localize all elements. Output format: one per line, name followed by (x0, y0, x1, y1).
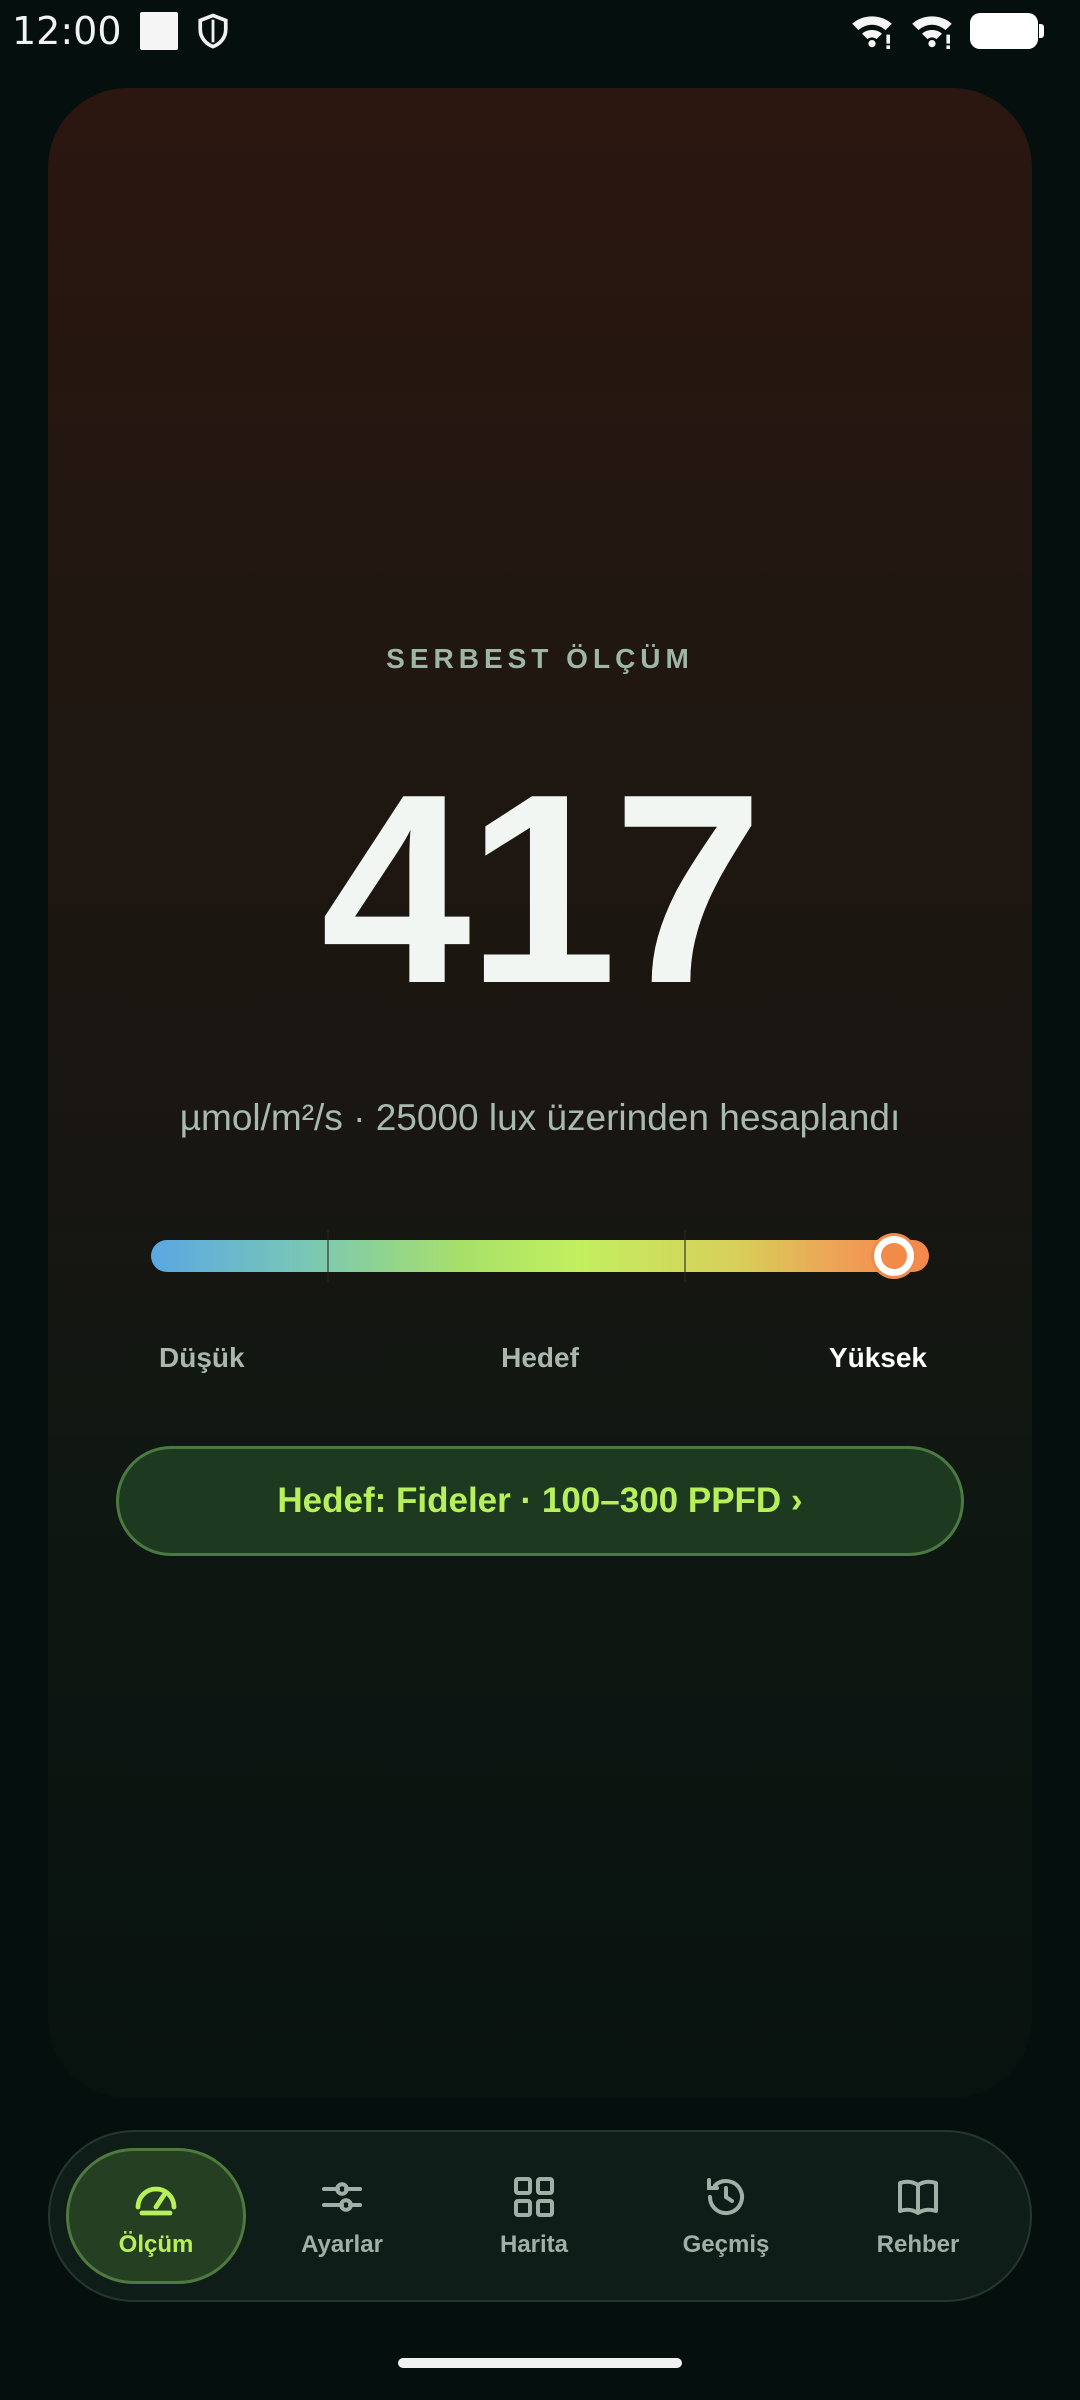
history-icon (707, 2178, 744, 2215)
gauge-tick-high (684, 1230, 686, 1282)
status-bar: 12:00 (0, 0, 1080, 62)
screen: 12:00 SERBEST ÖLÇÜM 417 µmol/m²/s · 2500 (0, 0, 1080, 2400)
target-preset-button[interactable]: Hedef: Fideler · 100–300 PPFD › (116, 1446, 964, 1556)
nav-label: Ölçüm (118, 2231, 194, 2258)
unit-note: µmol/m²/s · 25000 lux üzerinden hesaplan… (179, 1097, 901, 1138)
status-time: 12:00 (12, 9, 122, 53)
status-icons (850, 13, 1068, 49)
signal-icon (912, 16, 952, 49)
gauge-indicator (873, 1236, 914, 1276)
nav-label: Geçmiş (682, 2231, 770, 2258)
gauge-tick-low (327, 1230, 329, 1282)
nav-item-guide[interactable]: Rehber (822, 2148, 1014, 2284)
home-indicator[interactable] (398, 2358, 682, 2368)
nav-label: Harita (499, 2231, 569, 2258)
nav-item-history[interactable]: Geçmiş (630, 2148, 822, 2284)
wifi-icon (852, 16, 892, 49)
nav-item-map[interactable]: Harita (438, 2148, 630, 2284)
sliders-icon (322, 2182, 362, 2212)
nav-label: Rehber (876, 2231, 960, 2258)
gauge-label-high: Yüksek (828, 1342, 927, 1373)
ppfd-gauge (151, 1230, 929, 1282)
bottom-nav: Ölçüm Ayarlar Harita Geçmiş Rehber (48, 2130, 1032, 2302)
book-icon (898, 2179, 938, 2215)
gauge-icon (135, 2186, 177, 2216)
notification-square-icon (139, 12, 178, 50)
shield-icon (197, 13, 228, 49)
measurement-card (48, 88, 1032, 2098)
nav-item-measure[interactable]: Ölçüm (66, 2148, 246, 2284)
mode-label: SERBEST ÖLÇÜM (386, 643, 694, 674)
ppfd-value: 417 (320, 739, 763, 1040)
nav-item-settings[interactable]: Ayarlar (246, 2148, 438, 2284)
battery-icon (970, 13, 1044, 49)
grid-icon (514, 2177, 554, 2217)
nav-label: Ayarlar (301, 2231, 383, 2258)
